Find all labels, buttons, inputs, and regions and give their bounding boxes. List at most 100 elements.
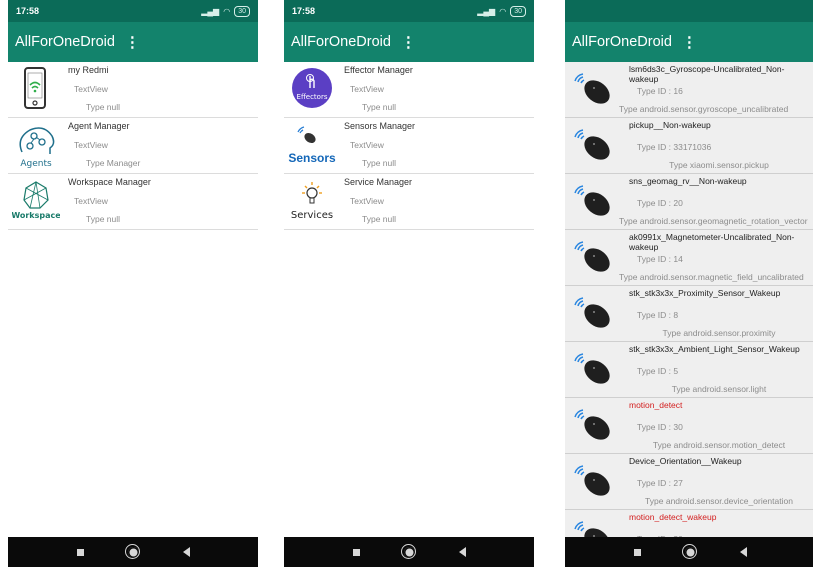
sensor-stone-icon — [574, 353, 610, 384]
sensor-type-id: Type ID : 14 — [637, 254, 683, 264]
status-time: 17:58 — [16, 6, 40, 16]
sensor-type-id: Type ID : 20 — [637, 198, 683, 208]
item-title: Agent Manager — [68, 121, 130, 131]
status-icons: ▂▄▆ ◠ 30 — [201, 5, 250, 17]
more-vert-icon[interactable]: ⋮ — [682, 33, 697, 51]
app-bar: AllForOneDroid ⋮ — [284, 22, 534, 62]
navigation-bar — [284, 537, 534, 567]
list-item-effector-manager[interactable]: Effectors Effector Manager TextView Type… — [284, 62, 534, 118]
sensor-row[interactable]: stk_stk3x3x_Ambient_Light_Sensor_Wakeup T… — [565, 342, 813, 398]
sensor-type-id: Type ID : 8 — [637, 310, 679, 320]
status-bar: 17:58 ▂▄▆ ◠ 30 — [8, 0, 258, 22]
navigation-bar — [565, 537, 813, 567]
more-vert-icon[interactable]: ⋮ — [125, 33, 140, 51]
effectors-icon: Effectors — [292, 68, 332, 108]
manager-list: Effectors Effector Manager TextView Type… — [284, 62, 534, 537]
back-icon[interactable] — [182, 547, 190, 557]
app-bar: AllForOneDroid ⋮ — [565, 22, 813, 62]
app-title: AllForOneDroid — [572, 34, 672, 50]
item-title: Sensors Manager — [344, 121, 416, 131]
item-textview: TextView — [350, 140, 384, 150]
sensor-name: sns_geomag_rv__Non-wakeup — [629, 176, 747, 186]
item-type: Type null — [362, 214, 397, 224]
sensor-row[interactable]: lsm6ds3c_Gyroscope-Uncalibrated_Non-wake… — [565, 62, 813, 118]
sensor-row[interactable]: Device_Orientation__Wakeup Type ID : 27 Ty… — [565, 454, 813, 510]
phone-screen-devices: 17:58 ▂▄▆ ◠ 30 AllForOneDroid ⋮ my Redmi… — [8, 0, 258, 567]
sensor-name: motion_detect — [629, 400, 683, 410]
services-icon-label: Services — [291, 210, 333, 221]
manager-list: my Redmi TextView Type null Agents Agent… — [8, 62, 258, 537]
list-item-workspace-manager[interactable]: Workspace Workspace Manager TextView Typ… — [8, 174, 258, 230]
item-type: Type Manager — [86, 158, 141, 168]
workspace-icon: Workspace — [12, 181, 60, 220]
sensor-list: lsm6ds3c_Gyroscope-Uncalibrated_Non-wake… — [565, 62, 813, 537]
item-type: Type null — [362, 158, 397, 168]
sensor-type: Type android.sensor.gyroscope_uncalibrat… — [619, 104, 789, 114]
sensor-name: lsm6ds3c_Gyroscope-Uncalibrated_Non-wake… — [629, 64, 785, 84]
more-vert-icon[interactable]: ⋮ — [401, 33, 416, 51]
effectors-icon-label: Effectors — [297, 93, 328, 101]
sensor-type: Type android.sensor.device_orientation — [645, 496, 793, 506]
app-title: AllForOneDroid — [291, 34, 391, 50]
app-bar: AllForOneDroid ⋮ — [8, 22, 258, 62]
recents-icon[interactable] — [352, 548, 360, 556]
sensor-row[interactable]: motion_detect_wakeupType ID : 30 — [565, 510, 813, 537]
services-icon: Services — [291, 182, 333, 221]
wifi-icon: ◠ — [499, 6, 507, 16]
sensor-stone-icon — [574, 73, 610, 104]
sensor-name: stk_stk3x3x_Ambient_Light_Sensor_Wakeup — [629, 344, 800, 354]
home-icon[interactable] — [124, 543, 140, 559]
signal-icon: ▂▄▆ — [201, 6, 220, 16]
home-icon[interactable] — [681, 543, 697, 559]
sensor-row[interactable]: motion_detect Type ID : 30 Type android.se… — [565, 398, 813, 454]
sensor-type: Type xiaomi.sensor.pickup — [669, 160, 769, 170]
sensors-icon-label: Sensors — [288, 151, 336, 165]
back-icon[interactable] — [739, 547, 747, 557]
phone-screen-sensors: AllForOneDroid ⋮ lsm6ds3c_Gyroscope-Unca… — [565, 0, 813, 567]
battery-icon: 30 — [234, 5, 250, 17]
sensor-name: motion_detect_wakeup — [629, 512, 717, 522]
back-icon[interactable] — [458, 547, 466, 557]
sensor-name: ak0991x_Magnetometer-Uncalibrated_Non-wa… — [629, 232, 795, 252]
phone-wifi-icon — [24, 67, 46, 109]
sensor-row[interactable]: pickup__Non-wakeup Type ID : 33171036 Type… — [565, 118, 813, 174]
item-textview: TextView — [74, 140, 108, 150]
recents-icon[interactable] — [76, 548, 84, 556]
sensor-type: Type android.sensor.motion_detect — [652, 440, 786, 450]
item-title: Service Manager — [344, 177, 413, 187]
sensor-type: Type android.sensor.light — [671, 384, 767, 394]
item-textview: TextView — [350, 84, 384, 94]
sensor-name: pickup__Non-wakeup — [629, 120, 711, 130]
sensor-stone-icon — [574, 521, 610, 537]
phone-screen-managers: 17:58 ▂▄▆ ◠ 30 AllForOneDroid ⋮ Effector… — [284, 0, 534, 567]
sensor-type-id: Type ID : 5 — [637, 366, 679, 376]
sensor-row[interactable]: stk_stk3x3x_Proximity_Sensor_Wakeup Type … — [565, 286, 813, 342]
sensor-row[interactable]: ak0991x_Magnetometer-Uncalibrated_Non-wa… — [565, 230, 813, 286]
sensor-type: Type android.sensor.geomagnetic_rotation… — [619, 216, 808, 226]
item-title: Workspace Manager — [68, 177, 151, 187]
sensor-stone-icon — [574, 129, 610, 160]
sensor-name: stk_stk3x3x_Proximity_Sensor_Wakeup — [629, 288, 781, 298]
list-item-sensors-manager[interactable]: Sensors Sensors Manager TextView Type nu… — [284, 118, 534, 174]
wifi-icon: ◠ — [223, 6, 231, 16]
sensor-stone-icon — [574, 409, 610, 440]
sensor-row[interactable]: sns_geomag_rv__Non-wakeup Type ID : 20 Typ… — [565, 174, 813, 230]
sensor-stone-icon — [574, 185, 610, 216]
workspace-icon-label: Workspace — [12, 211, 60, 220]
list-item-service-manager[interactable]: Services Service Manager TextView Type n… — [284, 174, 534, 230]
item-textview: TextView — [74, 196, 108, 206]
item-textview: TextView — [74, 84, 108, 94]
sensor-name: Device_Orientation__Wakeup — [629, 456, 742, 466]
home-icon[interactable] — [400, 543, 416, 559]
signal-icon: ▂▄▆ — [477, 6, 496, 16]
recents-icon[interactable] — [633, 548, 641, 556]
sensor-type-id: Type ID : 27 — [637, 478, 683, 488]
list-item-agent-manager[interactable]: Agents Agent Manager TextView Type Manag… — [8, 118, 258, 174]
sensor-stone-icon — [574, 297, 610, 328]
item-textview: TextView — [350, 196, 384, 206]
list-item-my-redmi[interactable]: my Redmi TextView Type null — [8, 62, 258, 118]
sensor-type-id: Type ID : 30 — [637, 422, 683, 432]
navigation-bar — [8, 537, 258, 567]
sensor-type-id: Type ID : 16 — [637, 86, 683, 96]
status-icons: ▂▄▆ ◠ 30 — [477, 5, 526, 17]
